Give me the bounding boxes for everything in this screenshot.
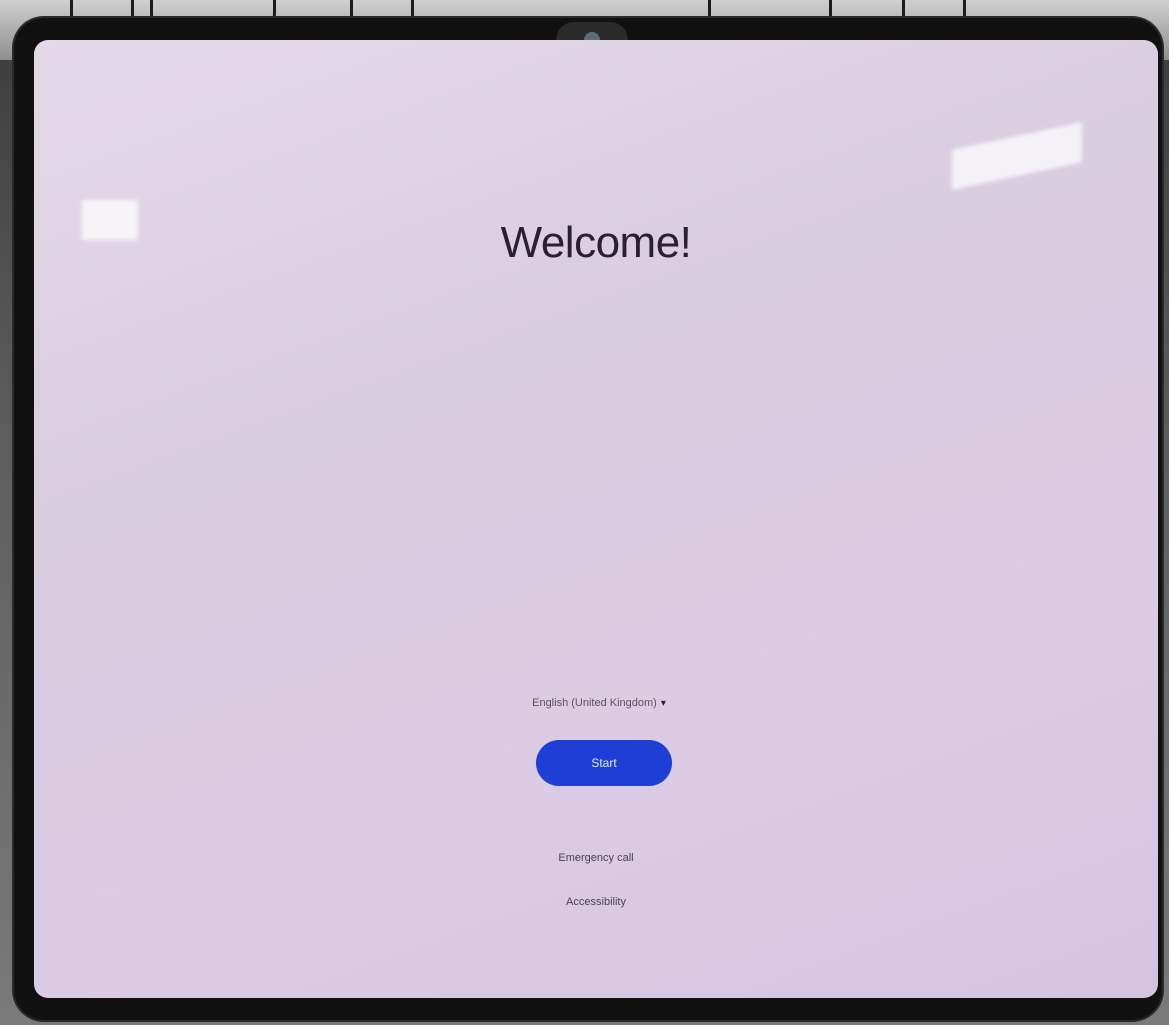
light-reflection	[952, 122, 1082, 190]
caret-down-icon: ▾	[660, 697, 666, 709]
page-title: Welcome!	[500, 218, 692, 267]
setup-screen: Welcome! English (United Kingdom) ▾ Star…	[34, 40, 1158, 998]
emergency-call-link[interactable]: Emergency call	[34, 852, 1158, 864]
language-select-value: English (United Kingdom)	[532, 697, 657, 709]
accessibility-link[interactable]: Accessibility	[34, 896, 1158, 908]
start-button[interactable]: Start	[536, 740, 672, 786]
language-select[interactable]: English (United Kingdom) ▾	[524, 692, 674, 714]
